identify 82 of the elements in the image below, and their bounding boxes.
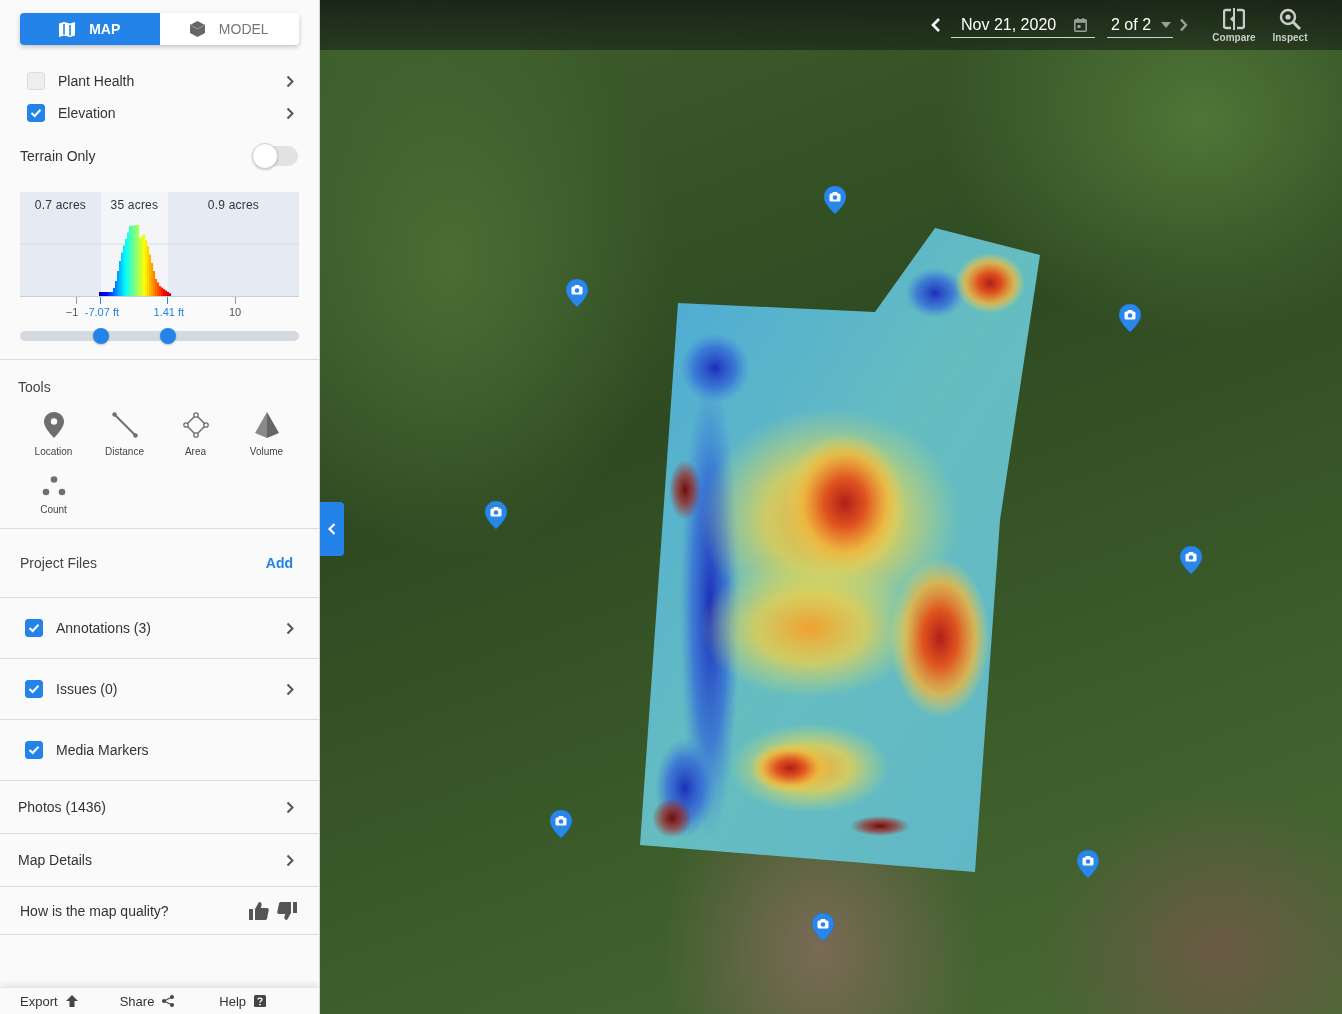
line-segment-icon (111, 412, 138, 438)
camera-marker-icon[interactable] (485, 501, 507, 529)
pyramid-icon (254, 412, 279, 438)
layer-label[interactable]: Plant Health (58, 73, 286, 89)
three-dots-icon (41, 476, 66, 496)
high-elevation-spot (850, 816, 910, 836)
view-tab[interactable]: MODEL (159, 13, 299, 45)
tool-button[interactable]: Distance (89, 406, 160, 458)
folded-map-icon (59, 21, 76, 37)
cube-icon (189, 21, 205, 37)
upload-arrow-icon (65, 995, 78, 1007)
compare-button[interactable]: Compare (1208, 7, 1260, 43)
tool-button[interactable]: Count (18, 464, 89, 516)
area-label: 35 acres (110, 198, 159, 212)
section-title: Tools (18, 379, 52, 395)
axis-label: 10 (228, 306, 242, 319)
camera-marker-icon[interactable] (1077, 850, 1099, 878)
date-field[interactable]: Nov 21, 2020 (951, 12, 1095, 38)
add-link[interactable]: Add (265, 555, 293, 571)
help-button[interactable]: Help (219, 993, 319, 1009)
chevron-right-icon[interactable] (286, 800, 294, 814)
share-icon (162, 995, 175, 1007)
menu-row[interactable]: Map Details (0, 834, 319, 887)
view-tab[interactable]: MAP (20, 13, 160, 45)
file-layer-label[interactable]: Issues (0) (56, 681, 286, 697)
polygon-icon (182, 412, 209, 438)
checkbox[interactable] (25, 619, 43, 637)
file-layer-label[interactable]: Media Markers (56, 742, 294, 758)
camera-marker-icon[interactable] (812, 913, 834, 941)
version-select[interactable]: 2 of 2 (1107, 12, 1173, 38)
magnifier-icon (1279, 7, 1301, 30)
split-view-icon (1223, 7, 1245, 30)
high-elevation-spot (955, 253, 1025, 313)
thumb-reading: 1.41 ft (153, 306, 185, 319)
export-button[interactable]: Export (20, 993, 120, 1009)
tool-button[interactable]: Location (18, 406, 89, 458)
chevron-right-icon[interactable] (286, 853, 294, 867)
camera-marker-icon[interactable] (1119, 304, 1141, 332)
share-button[interactable]: Share (119, 993, 220, 1009)
low-elevation-spot (905, 268, 965, 318)
caret-down-icon (1161, 21, 1171, 28)
axis-label: −1 (65, 306, 79, 319)
file-layer-label[interactable]: Annotations (3) (56, 620, 286, 636)
checkmark-icon (30, 108, 42, 118)
checkbox[interactable] (25, 741, 43, 759)
layer-label[interactable]: Elevation (58, 105, 286, 121)
section-title: Project Files (20, 555, 98, 571)
thumbs-up-icon[interactable] (249, 901, 269, 920)
chevron-left-icon (328, 523, 336, 535)
checkbox[interactable] (25, 680, 43, 698)
thumbs-down-icon[interactable] (277, 901, 297, 920)
slider-thumb[interactable] (159, 328, 176, 344)
camera-marker-icon[interactable] (550, 810, 572, 838)
area-label: 0.9 acres (207, 198, 259, 212)
checkmark-icon (28, 623, 40, 633)
slider-thumb[interactable] (92, 328, 109, 344)
chevron-right-icon[interactable] (286, 682, 294, 696)
inspect-button[interactable]: Inspect (1264, 7, 1316, 43)
chevron-right-icon[interactable] (286, 74, 294, 88)
area-label: 0.7 acres (34, 198, 87, 212)
tool-button[interactable]: Volume (231, 406, 302, 458)
thumb-reading: -7.07 ft (84, 306, 120, 319)
camera-marker-icon[interactable] (824, 186, 846, 214)
chevron-right-icon[interactable] (286, 106, 294, 120)
switch-label: Terrain Only (20, 148, 97, 164)
checkbox[interactable] (27, 104, 45, 122)
calendar-icon (1074, 17, 1087, 32)
toggle-switch[interactable] (252, 143, 298, 169)
camera-marker-icon[interactable] (1180, 546, 1202, 574)
checkmark-icon (28, 745, 40, 755)
chevron-right-icon[interactable] (286, 621, 294, 635)
feedback-question: How is the map quality? (20, 902, 170, 919)
help-icon (254, 995, 267, 1007)
camera-marker-icon[interactable] (566, 279, 588, 307)
range-slider-track[interactable] (20, 331, 299, 341)
chevron-right-icon[interactable] (1179, 18, 1188, 32)
checkmark-icon (28, 684, 40, 694)
chevron-left-icon[interactable] (931, 17, 941, 33)
menu-row[interactable]: Photos (1436) (0, 781, 319, 834)
high-elevation-spot (652, 798, 692, 838)
tool-button[interactable]: Area (160, 406, 231, 458)
map-pin-icon (43, 412, 64, 438)
